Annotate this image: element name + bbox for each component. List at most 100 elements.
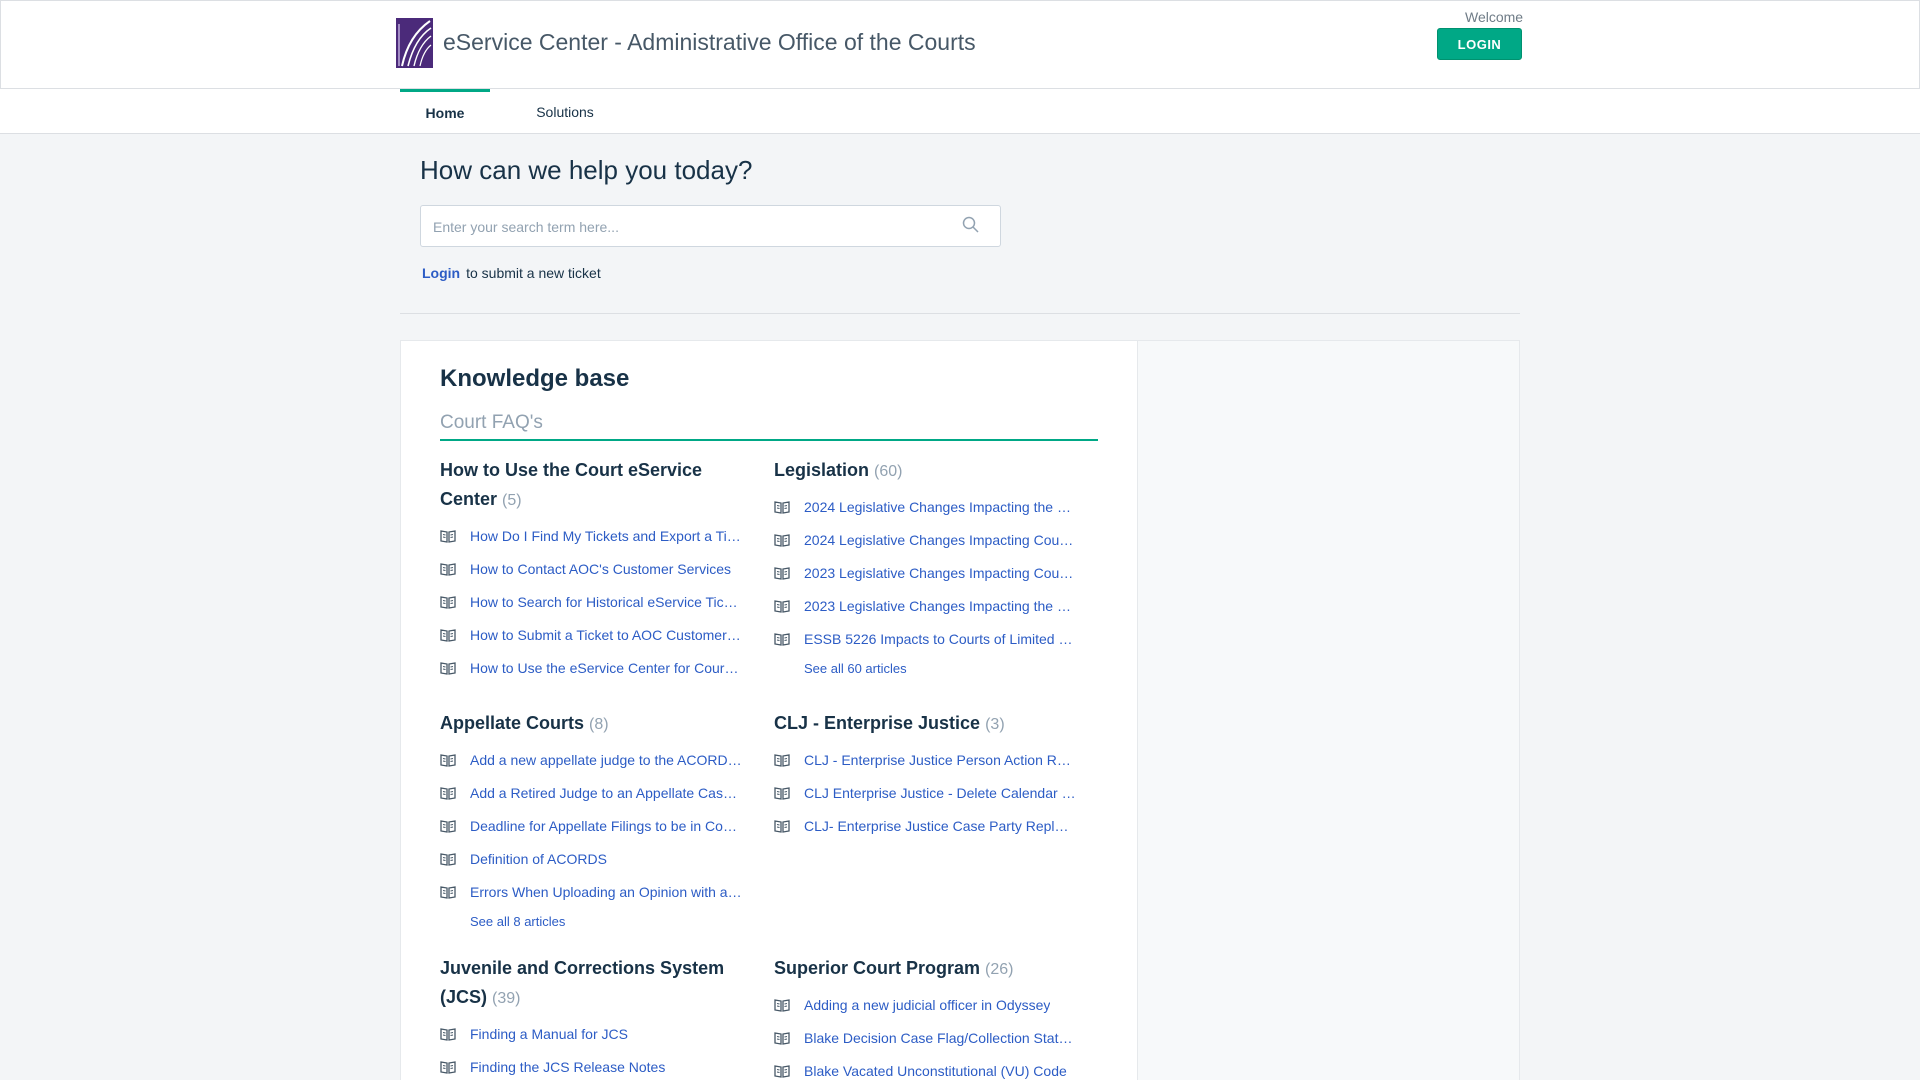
book-icon bbox=[774, 1031, 790, 1045]
article-link[interactable]: Definition of ACORDS bbox=[470, 851, 607, 867]
kb-folder: Superior Court Program (26) Adding a new … bbox=[774, 954, 1084, 1080]
article-link[interactable]: ESSB 5226 Impacts to Courts of Limited J… bbox=[804, 631, 1076, 647]
list-item[interactable]: Adding a new judicial officer in Odyssey bbox=[774, 988, 1084, 1021]
kb-folder: Appellate Courts (8) Add a new appellate … bbox=[440, 709, 750, 929]
book-icon bbox=[774, 786, 790, 800]
see-all-articles-link[interactable]: See all 8 articles bbox=[470, 914, 750, 929]
folder-title[interactable]: Legislation (60) bbox=[774, 456, 1084, 486]
folder-title-text[interactable]: How to Use the Court eService Center bbox=[440, 460, 702, 509]
folder-title-text[interactable]: Appellate Courts bbox=[440, 713, 584, 733]
list-item[interactable]: 2023 Legislative Changes Impacting Court… bbox=[774, 556, 1084, 589]
welcome-text: Welcome bbox=[1465, 9, 1524, 25]
book-icon bbox=[774, 599, 790, 613]
list-item[interactable]: How to Search for Historical eService Ti… bbox=[440, 585, 750, 618]
article-link[interactable]: 2023 Legislative Changes Impacting the S… bbox=[804, 598, 1076, 614]
hero-title: How can we help you today? bbox=[420, 155, 753, 185]
folder-title[interactable]: Superior Court Program (26) bbox=[774, 954, 1084, 984]
folder-title-text[interactable]: Legislation bbox=[774, 460, 869, 480]
article-link[interactable]: How to Contact AOC's Customer Services bbox=[470, 561, 731, 577]
main-nav: Home Solutions bbox=[0, 89, 1920, 134]
folder-title-text[interactable]: CLJ - Enterprise Justice bbox=[774, 713, 980, 733]
list-item[interactable]: 2024 Legislative Changes Impacting the S… bbox=[774, 490, 1084, 523]
list-item[interactable]: 2024 Legislative Changes Impacting Court… bbox=[774, 523, 1084, 556]
folder-title[interactable]: Appellate Courts (8) bbox=[440, 709, 750, 739]
article-link[interactable]: Adding a new judicial officer in Odyssey bbox=[804, 997, 1050, 1013]
book-icon bbox=[774, 533, 790, 547]
article-link[interactable]: 2023 Legislative Changes Impacting Court… bbox=[804, 565, 1076, 581]
article-link[interactable]: Errors When Uploading an Opinion with a … bbox=[470, 884, 742, 900]
list-item[interactable]: How Do I Find My Tickets and Export a Ti… bbox=[440, 519, 750, 552]
kb-folder: How to Use the Court eService Center (5)… bbox=[440, 456, 750, 684]
folder-article-count: (60) bbox=[874, 463, 903, 480]
article-link[interactable]: 2024 Legislative Changes Impacting the S… bbox=[804, 499, 1076, 515]
list-item[interactable]: CLJ - Enterprise Justice Person Action R… bbox=[774, 743, 1084, 776]
book-icon bbox=[774, 500, 790, 514]
divider bbox=[400, 313, 1520, 314]
tab-solutions[interactable]: Solutions bbox=[515, 89, 615, 134]
book-icon bbox=[440, 786, 456, 800]
book-icon bbox=[774, 632, 790, 646]
folder-title-text[interactable]: Juvenile and Corrections System (JCS) bbox=[440, 958, 724, 1007]
book-icon bbox=[440, 885, 456, 899]
list-item[interactable]: How to Contact AOC's Customer Services bbox=[440, 552, 750, 585]
site-title: eService Center - Administrative Office … bbox=[443, 29, 976, 55]
kb-category-title[interactable]: Court FAQ's bbox=[440, 412, 543, 434]
book-icon bbox=[774, 566, 790, 580]
book-icon bbox=[440, 628, 456, 642]
folder-article-count: (5) bbox=[502, 492, 522, 509]
folder-title[interactable]: Juvenile and Corrections System (JCS) (3… bbox=[440, 954, 750, 1013]
article-link[interactable]: Blake Vacated Unconstitutional (VU) Code bbox=[804, 1063, 1067, 1079]
submit-ticket-line: Login to submit a new ticket bbox=[422, 265, 601, 281]
article-link[interactable]: CLJ Enterprise Justice - Delete Calendar… bbox=[804, 785, 1076, 801]
submit-ticket-text: to submit a new ticket bbox=[466, 265, 601, 281]
list-item[interactable]: Deadline for Appellate Filings to be in … bbox=[440, 809, 750, 842]
list-item[interactable]: Blake Vacated Unconstitutional (VU) Code bbox=[774, 1054, 1084, 1080]
book-icon bbox=[440, 852, 456, 866]
list-item[interactable]: CLJ Enterprise Justice - Delete Calendar… bbox=[774, 776, 1084, 809]
search-icon[interactable] bbox=[961, 215, 981, 235]
kb-category-underline bbox=[440, 439, 1098, 441]
list-item[interactable]: CLJ- Enterprise Justice Case Party Repla… bbox=[774, 809, 1084, 842]
folder-article-count: (8) bbox=[589, 716, 609, 733]
article-link[interactable]: Finding the JCS Release Notes bbox=[470, 1059, 665, 1075]
article-link[interactable]: Add a new appellate judge to the ACORDS … bbox=[470, 752, 742, 768]
list-item[interactable]: Finding the JCS Release Notes bbox=[440, 1050, 750, 1080]
list-item[interactable]: 2023 Legislative Changes Impacting the S… bbox=[774, 589, 1084, 622]
kb-title: Knowledge base bbox=[440, 365, 630, 392]
article-link[interactable]: CLJ- Enterprise Justice Case Party Repla… bbox=[804, 818, 1076, 834]
article-link[interactable]: How to Search for Historical eService Ti… bbox=[470, 594, 742, 610]
folder-title[interactable]: How to Use the Court eService Center (5) bbox=[440, 456, 750, 515]
list-item[interactable]: Definition of ACORDS bbox=[440, 842, 750, 875]
article-link[interactable]: How to Use the eService Center for Court… bbox=[470, 660, 742, 676]
article-link[interactable]: Finding a Manual for JCS bbox=[470, 1026, 628, 1042]
folder-title[interactable]: CLJ - Enterprise Justice (3) bbox=[774, 709, 1084, 739]
folder-article-count: (3) bbox=[985, 716, 1005, 733]
login-button[interactable]: LOGIN bbox=[1437, 28, 1522, 60]
list-item[interactable]: ESSB 5226 Impacts to Courts of Limited J… bbox=[774, 622, 1084, 655]
list-item[interactable]: Add a Retired Judge to an Appellate Case… bbox=[440, 776, 750, 809]
list-item[interactable]: Blake Decision Case Flag/Collection Stat… bbox=[774, 1021, 1084, 1054]
article-link[interactable]: Blake Decision Case Flag/Collection Stat… bbox=[804, 1030, 1076, 1046]
list-item[interactable]: Add a new appellate judge to the ACORDS … bbox=[440, 743, 750, 776]
court-logo-icon[interactable] bbox=[396, 18, 433, 68]
article-link[interactable]: How to Submit a Ticket to AOC Customer S… bbox=[470, 627, 742, 643]
article-link[interactable]: How Do I Find My Tickets and Export a Ti… bbox=[470, 528, 742, 544]
search-box bbox=[420, 205, 1001, 247]
list-item[interactable]: Errors When Uploading an Opinion with a … bbox=[440, 875, 750, 908]
tab-home[interactable]: Home bbox=[400, 89, 490, 134]
article-link[interactable]: 2024 Legislative Changes Impacting Court… bbox=[804, 532, 1076, 548]
list-item[interactable]: How to Submit a Ticket to AOC Customer S… bbox=[440, 618, 750, 651]
book-icon bbox=[774, 998, 790, 1012]
article-link[interactable]: Add a Retired Judge to an Appellate Case… bbox=[470, 785, 742, 801]
search-input[interactable] bbox=[433, 216, 933, 238]
see-all-articles-link[interactable]: See all 60 articles bbox=[804, 661, 1084, 676]
folder-title-text[interactable]: Superior Court Program bbox=[774, 958, 980, 978]
list-item[interactable]: Finding a Manual for JCS bbox=[440, 1017, 750, 1050]
kb-folder: Legislation (60) 2024 Legislative Changes… bbox=[774, 456, 1084, 676]
article-link[interactable]: Deadline for Appellate Filings to be in … bbox=[470, 818, 742, 834]
book-icon bbox=[440, 753, 456, 767]
list-item[interactable]: How to Use the eService Center for Court… bbox=[440, 651, 750, 684]
login-link[interactable]: Login bbox=[422, 265, 460, 281]
article-link[interactable]: CLJ - Enterprise Justice Person Action R… bbox=[804, 752, 1076, 768]
book-icon bbox=[440, 819, 456, 833]
